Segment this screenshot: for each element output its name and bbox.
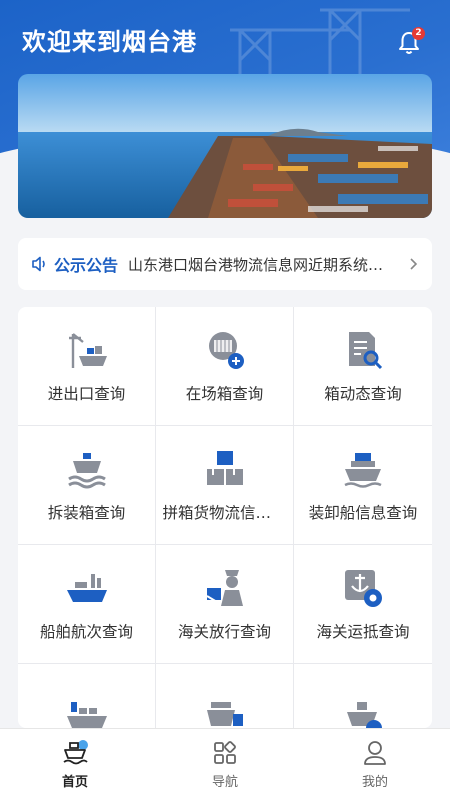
service-label: 装卸船信息查询 [308, 504, 418, 522]
tab-navigation[interactable]: 导航 [150, 729, 300, 800]
ship-containers-icon [206, 702, 243, 726]
tab-profile[interactable]: 我的 [300, 729, 450, 800]
service-container-tracking-query[interactable]: 箱动态查询 [294, 307, 432, 426]
service-label: 在场箱查询 [185, 385, 264, 403]
announcement-bar[interactable]: 公示公告 山东港口烟台港物流信息网近期系统升级公告 [18, 238, 432, 290]
container-ship-icon [66, 702, 107, 728]
customs-officer-icon [205, 570, 243, 606]
service-container-ship[interactable] [18, 664, 156, 728]
boxes-icon [206, 451, 243, 485]
chevron-right-icon [410, 258, 418, 270]
service-inspection-ship[interactable] [294, 664, 432, 728]
user-icon [364, 741, 386, 765]
notification-badge: 2 [412, 27, 425, 40]
cargo-ship-icon [344, 453, 382, 488]
service-grid: 进出口查询 在场箱查询 箱动态查询 拆装箱查询 拼箱货物流信息查 装卸船信息查询… [18, 307, 432, 728]
service-stuffing-query[interactable]: 拆装箱查询 [18, 426, 156, 545]
inspection-ship-icon [347, 702, 382, 728]
speaker-icon [32, 256, 45, 272]
container-yard-icon [208, 332, 244, 369]
service-vessel-voyage-query[interactable]: 船舶航次查询 [18, 545, 156, 664]
crane-ship-icon [68, 333, 107, 368]
anchor-gear-icon [345, 570, 382, 607]
document-search-icon [349, 332, 383, 370]
announcement-text: 山东港口烟台港物流信息网近期系统升级公告 [128, 255, 398, 274]
service-label: 拼箱货物流信息查询 [162, 504, 287, 522]
service-label: 船舶航次查询 [39, 623, 133, 641]
service-loading-unloading-query[interactable]: 装卸船信息查询 [294, 426, 432, 545]
service-label: 海关运抵查询 [316, 623, 410, 641]
grid-apps-icon [214, 741, 236, 764]
announcement-tag: 公示公告 [54, 256, 119, 275]
tab-label: 导航 [211, 775, 238, 790]
service-customs-arrival-query[interactable]: 海关运抵查询 [294, 545, 432, 664]
port-banner-image[interactable] [18, 74, 432, 218]
ship-waves-icon [67, 453, 106, 489]
service-ship-containers[interactable] [156, 664, 294, 728]
tab-label: 我的 [361, 775, 388, 790]
vessel-icon [66, 574, 107, 602]
service-yard-container-query[interactable]: 在场箱查询 [156, 307, 294, 426]
tab-label: 首页 [61, 775, 88, 790]
service-label: 箱动态查询 [324, 385, 402, 403]
service-customs-release-query[interactable]: 海关放行查询 [156, 545, 294, 664]
service-lcl-logistics-query[interactable]: 拼箱货物流信息查询 [156, 426, 294, 545]
service-import-export-query[interactable]: 进出口查询 [18, 307, 156, 426]
service-label: 拆装箱查询 [47, 504, 126, 522]
page-title: 欢迎来到烟台港 [22, 28, 197, 56]
tab-home[interactable]: 首页 [0, 729, 150, 800]
home-ship-icon [63, 740, 88, 765]
bottom-tab-bar: 首页 导航 我的 [0, 728, 450, 800]
service-label: 进出口查询 [47, 385, 126, 403]
service-label: 海关放行查询 [177, 623, 271, 641]
